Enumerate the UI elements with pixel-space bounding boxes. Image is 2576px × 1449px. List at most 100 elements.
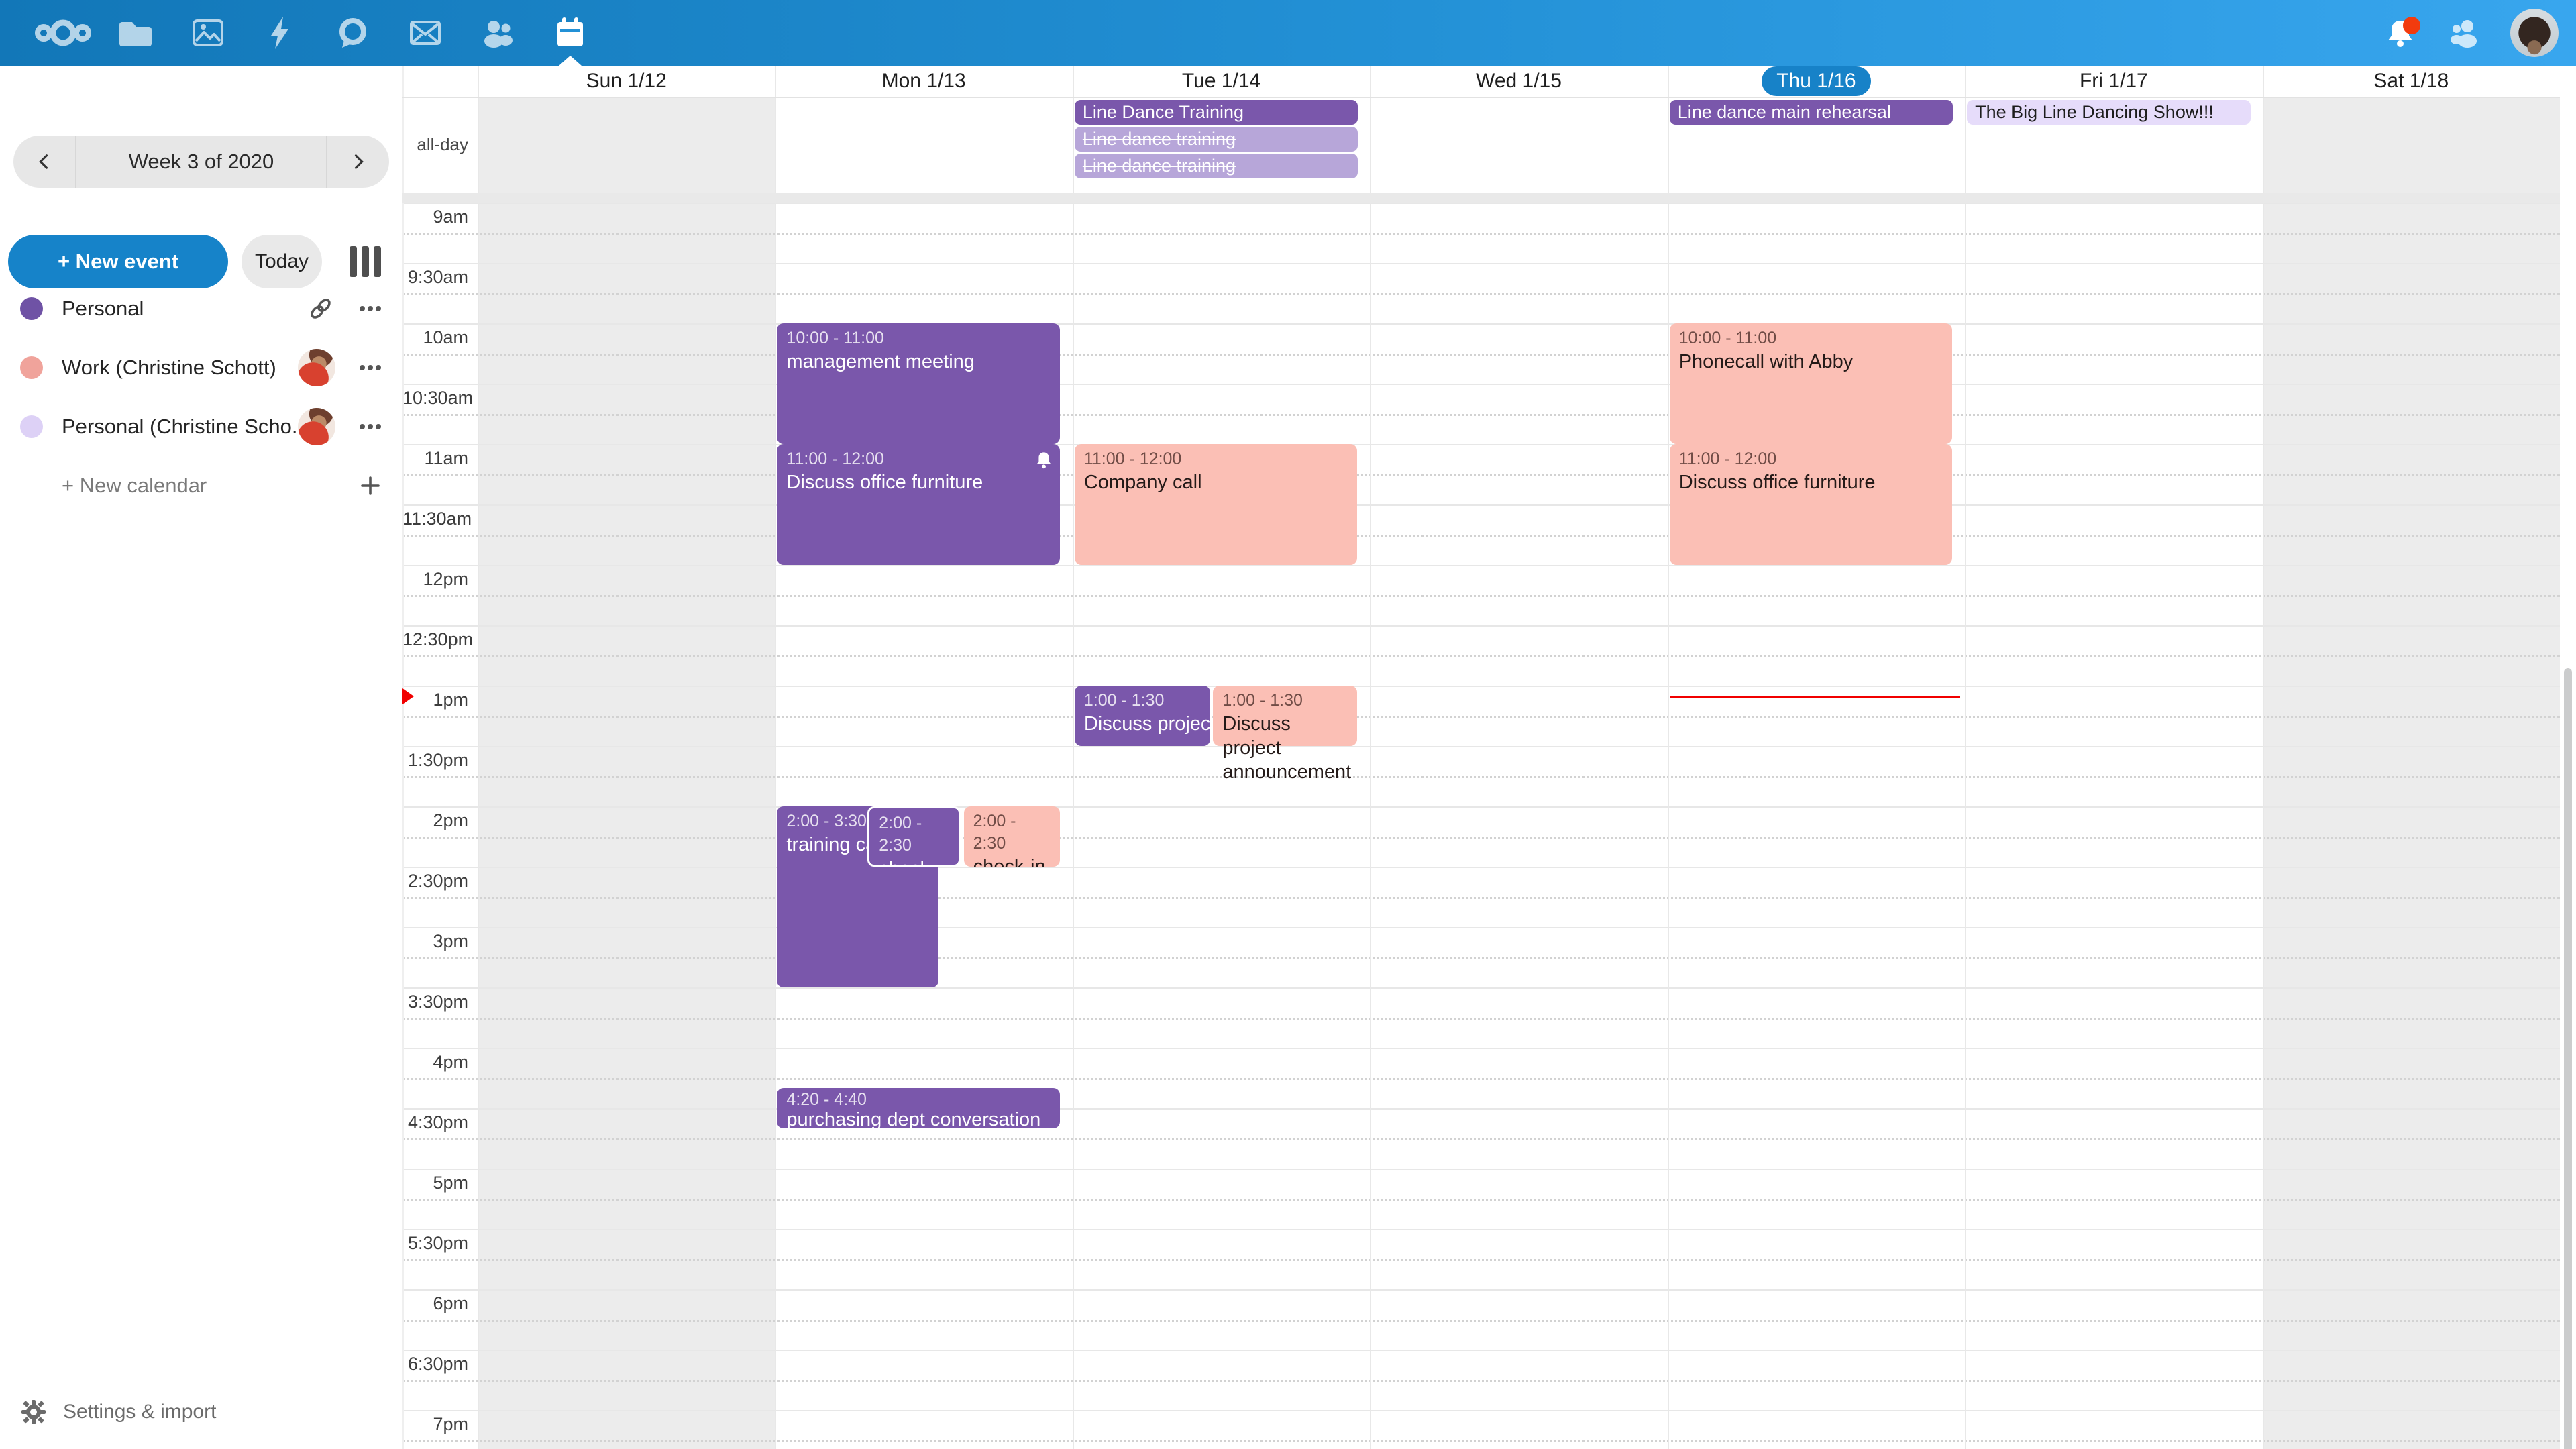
calendar-list-item[interactable]: Work (Christine Schott) bbox=[0, 338, 402, 397]
talk-icon bbox=[335, 15, 370, 50]
event-title: Discuss office furniture bbox=[1679, 470, 1943, 494]
app-files[interactable] bbox=[99, 0, 172, 66]
active-app-indicator bbox=[559, 56, 582, 66]
slot-line-30min bbox=[402, 1048, 2560, 1049]
week-label[interactable]: Week 3 of 2020 bbox=[76, 150, 326, 174]
event[interactable]: 1:00 - 1:30Discuss project ann bbox=[1075, 686, 1210, 746]
scrollbar-thumb[interactable] bbox=[2564, 668, 2572, 1449]
view-toggle-button[interactable] bbox=[349, 246, 381, 278]
event-title: Company call bbox=[1084, 470, 1348, 494]
previous-week-button[interactable] bbox=[13, 136, 76, 188]
notification-badge bbox=[2403, 17, 2420, 34]
slot-line-30min bbox=[402, 987, 2560, 989]
reminder-bell-icon bbox=[1034, 451, 1053, 473]
calendar-name: Personal bbox=[62, 297, 306, 321]
slot-line-15min bbox=[402, 897, 2560, 899]
calendar-icon bbox=[553, 15, 588, 50]
slot-line-15min bbox=[402, 233, 2560, 235]
allday-row-label: all-day bbox=[402, 134, 468, 155]
slot-line-30min bbox=[402, 927, 2560, 928]
time-label: 5pm bbox=[402, 1173, 468, 1193]
slot-line-15min bbox=[402, 535, 2560, 537]
slot-line-15min bbox=[402, 474, 2560, 476]
weekend-shade bbox=[478, 97, 775, 1449]
next-week-button[interactable] bbox=[326, 136, 389, 188]
time-label: 6:30pm bbox=[402, 1354, 468, 1375]
event[interactable]: 11:00 - 12:00Discuss office furniture bbox=[1670, 444, 1952, 565]
nextcloud-logo[interactable] bbox=[27, 0, 99, 66]
app-photos[interactable] bbox=[172, 0, 244, 66]
day-header-tue[interactable]: Tue 1/14 bbox=[1073, 66, 1370, 97]
slot-line-30min bbox=[402, 1108, 2560, 1110]
day-header-sun[interactable]: Sun 1/12 bbox=[478, 66, 775, 97]
weekend-shade bbox=[2263, 97, 2560, 1449]
event[interactable]: 4:20 - 4:40purchasing dept conversation bbox=[777, 1088, 1059, 1128]
event[interactable]: 10:00 - 11:00management meeting bbox=[777, 323, 1059, 444]
allday-event[interactable]: The Big Line Dancing Show!!! bbox=[1967, 100, 2250, 125]
calendar-owner-avatar bbox=[298, 408, 335, 445]
calendar-color-dot bbox=[20, 356, 43, 379]
day-header-thu[interactable]: Thu 1/16 bbox=[1668, 66, 1965, 97]
day-header-mon[interactable]: Mon 1/13 bbox=[775, 66, 1072, 97]
slot-line-30min bbox=[402, 565, 2560, 566]
slot-line-15min bbox=[402, 354, 2560, 356]
slot-line-30min bbox=[402, 203, 2560, 204]
event[interactable]: 11:00 - 12:00Discuss office furniture bbox=[777, 444, 1059, 565]
column-border bbox=[1668, 66, 1669, 1449]
notifications-button[interactable] bbox=[2379, 11, 2422, 54]
nextcloud-logo-icon bbox=[34, 15, 92, 50]
calendar-color-dot bbox=[20, 415, 43, 438]
allday-event[interactable]: Line dance training bbox=[1075, 154, 1358, 178]
slot-line-15min bbox=[402, 655, 2560, 657]
event-title: Discuss project announcement bbox=[1222, 712, 1348, 784]
calendar-name: Work (Christine Schott) bbox=[62, 356, 298, 380]
time-label: 9:30am bbox=[402, 267, 468, 288]
slot-line-30min bbox=[402, 867, 2560, 868]
calendar-list-item[interactable]: Personal (Christine Scho... bbox=[0, 397, 402, 456]
user-avatar[interactable] bbox=[2510, 9, 2559, 57]
day-header-wed[interactable]: Wed 1/15 bbox=[1370, 66, 1667, 97]
now-indicator-arrow bbox=[402, 688, 414, 704]
time-label: 12:30pm bbox=[402, 629, 468, 650]
settings-import-button[interactable]: Settings & import bbox=[0, 1389, 236, 1436]
app-talk[interactable] bbox=[317, 0, 389, 66]
event[interactable]: 10:00 - 11:00Phonecall with Abby bbox=[1670, 323, 1952, 444]
day-header-sat[interactable]: Sat 1/18 bbox=[2263, 66, 2560, 97]
slot-line-30min bbox=[402, 746, 2560, 747]
app-calendar[interactable] bbox=[534, 0, 606, 66]
slot-line-30min bbox=[402, 263, 2560, 264]
calendar-actions-menu[interactable] bbox=[356, 353, 385, 382]
share-link-icon[interactable] bbox=[306, 294, 335, 323]
allday-event[interactable]: Line dance training bbox=[1075, 127, 1358, 152]
calendar-actions-menu[interactable] bbox=[356, 412, 385, 441]
gear-icon bbox=[20, 1399, 47, 1426]
slot-line-15min bbox=[402, 1078, 2560, 1080]
time-label: 11am bbox=[402, 448, 468, 469]
event[interactable]: 11:00 - 12:00Company call bbox=[1075, 444, 1357, 565]
day-header-fri[interactable]: Fri 1/17 bbox=[1965, 66, 2262, 97]
new-calendar-button[interactable]: + New calendar bbox=[0, 456, 402, 515]
event-title: purchasing dept conversation bbox=[786, 1110, 1050, 1130]
slot-line-30min bbox=[402, 504, 2560, 506]
view-toggle-icon bbox=[350, 246, 357, 277]
app-mail[interactable] bbox=[389, 0, 462, 66]
allday-event[interactable]: Line dance main rehearsal bbox=[1670, 100, 1953, 125]
slot-line-15min bbox=[402, 716, 2560, 718]
event[interactable]: 1:00 - 1:30Discuss project announcement bbox=[1213, 686, 1357, 746]
app-activity[interactable] bbox=[244, 0, 317, 66]
event[interactable]: 2:00 - 2:30check-in bbox=[867, 806, 961, 867]
event[interactable]: 2:00 - 2:30check-in bbox=[964, 806, 1060, 867]
activity-icon bbox=[263, 15, 298, 50]
calendar-actions-menu[interactable] bbox=[356, 294, 385, 323]
slot-line-15min bbox=[402, 1259, 2560, 1261]
time-label: 4pm bbox=[402, 1052, 468, 1073]
allday-event[interactable]: Line Dance Training bbox=[1075, 100, 1358, 125]
time-label: 5:30pm bbox=[402, 1233, 468, 1254]
calendar-list-item[interactable]: Personal bbox=[0, 279, 402, 338]
time-label: 11:30am bbox=[402, 508, 468, 529]
event-time: 10:00 - 11:00 bbox=[786, 327, 1050, 350]
app-contacts[interactable] bbox=[462, 0, 534, 66]
header-divider bbox=[402, 97, 2560, 98]
event-time: 1:00 - 1:30 bbox=[1222, 690, 1348, 712]
contacts-menu-button[interactable] bbox=[2445, 11, 2487, 54]
